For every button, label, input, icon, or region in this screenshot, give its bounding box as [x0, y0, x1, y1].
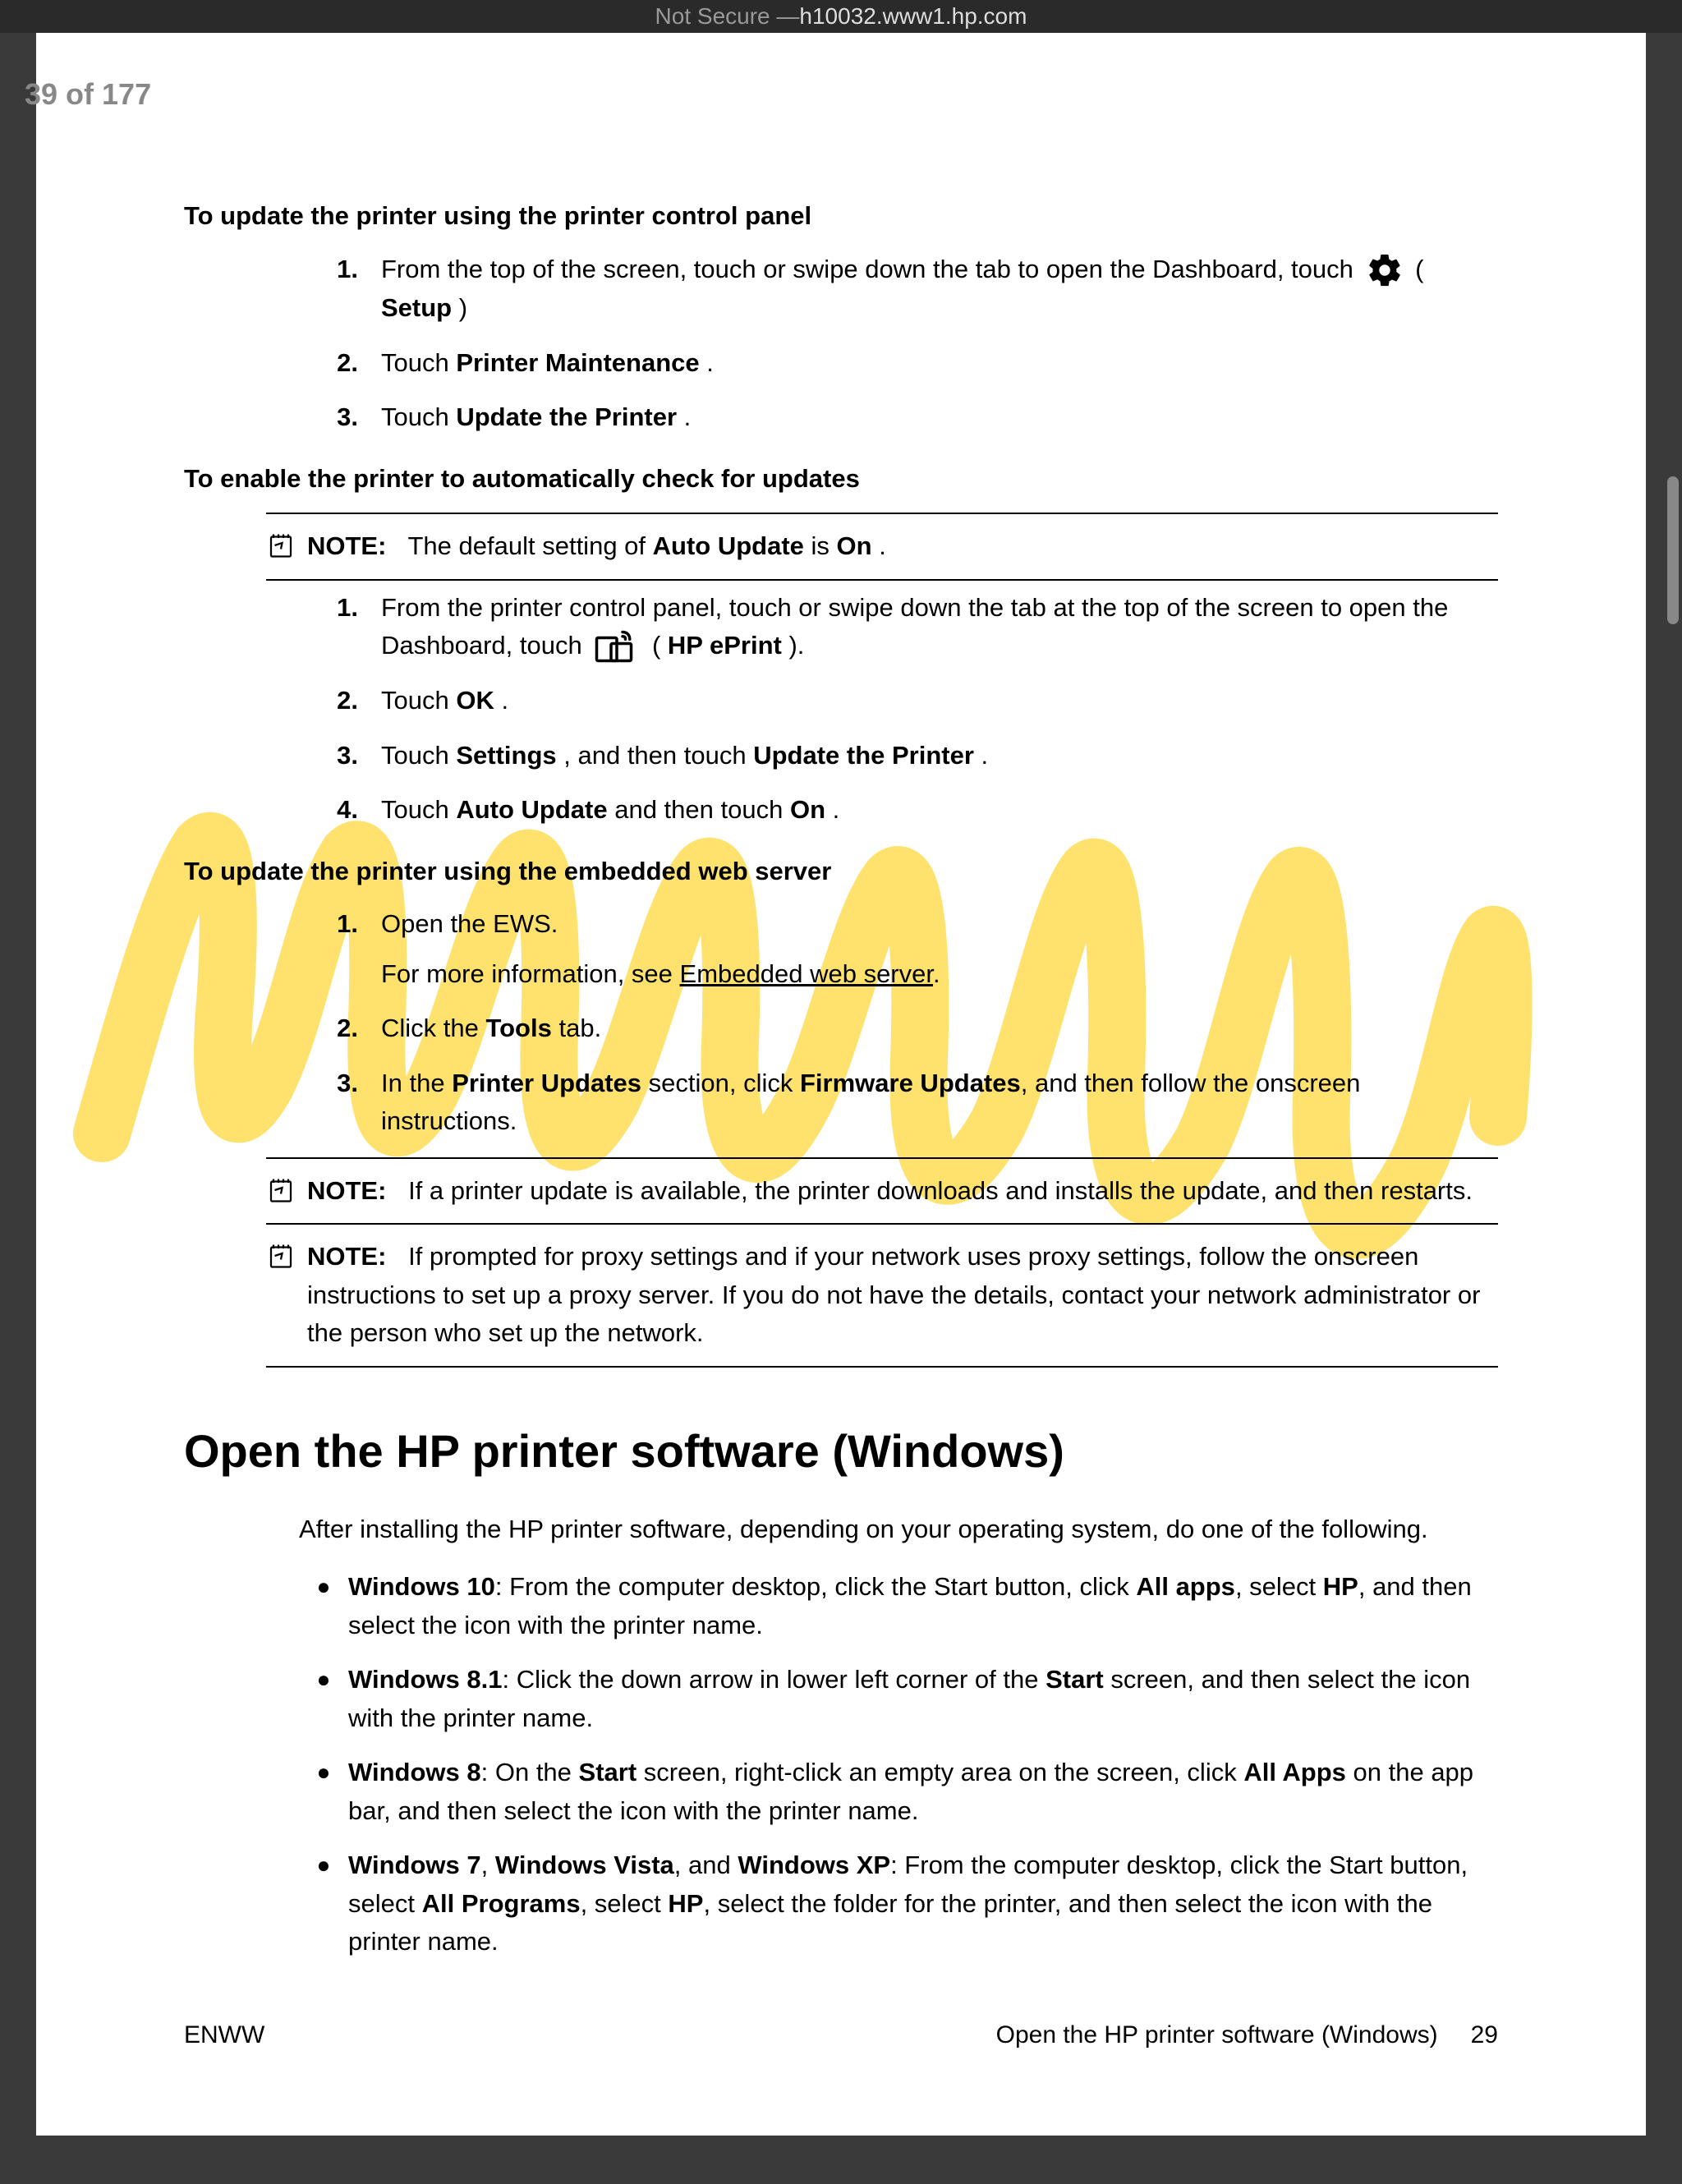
browser-address-bar: Not Secure — h10032.www1.hp.com	[0, 0, 1682, 33]
document-page: To update the printer using the printer …	[36, 33, 1646, 2136]
heading-update-ews: To update the printer using the embedded…	[184, 853, 1498, 891]
step-number: 3.	[332, 1064, 381, 1141]
step-number: 1.	[332, 905, 381, 993]
step-number: 3.	[332, 737, 381, 775]
footer-left: ENWW	[184, 2016, 264, 2053]
note-block: NOTE: If prompted for proxy settings and…	[266, 1225, 1498, 1368]
intro-paragraph: After installing the HP printer software…	[299, 1510, 1498, 1549]
step-text: From the printer control panel, touch or…	[381, 589, 1498, 665]
step-text: Open the EWS. For more information, see …	[381, 905, 1498, 993]
bullet-icon: ●	[299, 1754, 348, 1830]
note-icon	[266, 1241, 296, 1271]
list-item: Windows 8.1: Click the down arrow in low…	[348, 1661, 1498, 1737]
step-text: Touch Printer Maintenance .	[381, 344, 1498, 383]
list-item: Windows 8: On the Start screen, right-cl…	[348, 1754, 1498, 1830]
step-text: Touch Settings , and then touch Update t…	[381, 737, 1498, 775]
page-indicator: 39 of 177	[25, 77, 151, 112]
bullet-icon: ●	[299, 1661, 348, 1737]
host-name: h10032.www1.hp.com	[799, 3, 1027, 30]
step-number: 2.	[332, 344, 381, 383]
note-label: NOTE:	[307, 531, 386, 560]
step-number: 2.	[332, 1009, 381, 1048]
note-icon	[266, 531, 296, 560]
page-footer: ENWW Open the HP printer software (Windo…	[184, 2016, 1498, 2053]
footer-page-number: 29	[1471, 2016, 1498, 2053]
security-status: Not Secure —	[655, 3, 800, 30]
bullet-icon: ●	[299, 1568, 348, 1644]
note-icon	[266, 1175, 296, 1205]
heading-update-control-panel: To update the printer using the printer …	[184, 197, 1498, 236]
scrollbar-track[interactable]	[1667, 66, 1679, 2184]
embedded-web-server-link[interactable]: Embedded web server	[680, 959, 933, 988]
step-text: From the top of the screen, touch or swi…	[381, 251, 1498, 328]
main-heading: Open the HP printer software (Windows)	[184, 1417, 1498, 1486]
list-item: Windows 10: From the computer desktop, c…	[348, 1568, 1498, 1644]
step-number: 1.	[332, 251, 381, 328]
hp-eprint-icon	[594, 629, 640, 665]
step-text: Touch OK .	[381, 682, 1498, 720]
step-text: Click the Tools tab.	[381, 1009, 1498, 1048]
pdf-viewer[interactable]: 39 of 177 To update the printer using th…	[0, 33, 1682, 2184]
step-number: 1.	[332, 589, 381, 665]
setup-gear-icon	[1366, 251, 1404, 289]
note-block: NOTE: If a printer update is available, …	[266, 1157, 1498, 1225]
step-number: 2.	[332, 682, 381, 720]
footer-section-title: Open the HP printer software (Windows)	[996, 2016, 1438, 2053]
step-text: In the Printer Updates section, click Fi…	[381, 1064, 1498, 1141]
note-label: NOTE:	[307, 1176, 386, 1205]
heading-auto-check-updates: To enable the printer to automatically c…	[184, 460, 1498, 499]
step-number: 4.	[332, 791, 381, 830]
step-text: Touch Auto Update and then touch On .	[381, 791, 1498, 830]
note-label: NOTE:	[307, 1242, 386, 1271]
note-block: NOTE: The default setting of Auto Update…	[266, 513, 1498, 581]
scrollbar-thumb[interactable]	[1667, 476, 1679, 624]
list-item: Windows 7, Windows Vista, and Windows XP…	[348, 1846, 1498, 1961]
step-text: Touch Update the Printer .	[381, 398, 1498, 437]
bullet-icon: ●	[299, 1846, 348, 1961]
step-number: 3.	[332, 398, 381, 437]
